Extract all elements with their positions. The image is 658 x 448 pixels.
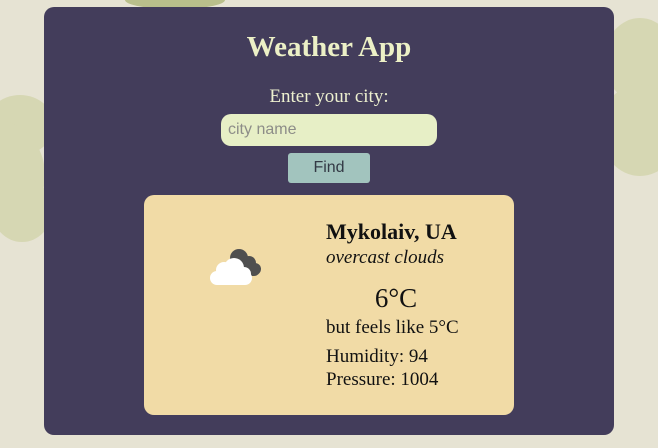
temperature: 6°C: [374, 283, 418, 313]
feels-like: but feels like 5°C: [326, 317, 459, 338]
city-input-label: Enter your city:: [269, 86, 389, 107]
overcast-clouds-icon: [210, 249, 261, 285]
city-name: Mykolaiv, UA: [326, 219, 457, 244]
pressure: Pressure: 1004: [326, 369, 439, 390]
weather-description: overcast clouds: [326, 247, 445, 268]
app-title: Weather App: [246, 31, 412, 63]
city-input[interactable]: [221, 114, 437, 146]
humidity: Humidity: 94: [326, 346, 428, 367]
weather-app-panel: Weather App Enter your city: Find Mykola…: [44, 7, 614, 435]
find-button[interactable]: Find: [288, 153, 370, 183]
weather-result-card: Mykolaiv, UA overcast clouds 6°C but fee…: [144, 195, 514, 415]
